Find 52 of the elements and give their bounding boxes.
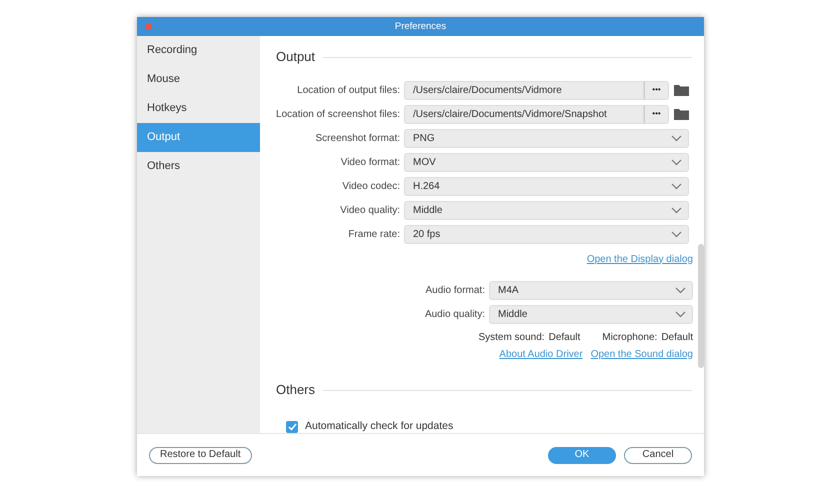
sidebar-item[interactable]: Others <box>137 152 260 181</box>
section-heading: Output <box>276 48 316 66</box>
field-label: Location of output files: <box>296 84 401 98</box>
field-label: Screenshot format: <box>314 132 401 146</box>
field-label: Video codec: <box>341 180 401 194</box>
device-value: Default <box>661 330 693 344</box>
browse-button[interactable]: ••• <box>644 80 669 100</box>
checkbox-label: Automatically check for updates <box>305 419 454 433</box>
cancel-button[interactable]: Cancel <box>624 446 692 464</box>
browse-button[interactable]: ••• <box>644 104 669 124</box>
checkbox[interactable] <box>286 421 298 433</box>
chevron-down-icon <box>675 310 686 318</box>
path-field[interactable]: /Users/claire/Documents/Vidmore/Snapshot <box>404 104 644 124</box>
dropdown[interactable]: H.264 <box>404 176 689 196</box>
dropdown-value: MOV <box>413 156 436 170</box>
field-label: Audio format: <box>426 284 486 298</box>
window-title: Preferences <box>394 21 446 32</box>
sidebar-item[interactable]: Mouse <box>137 65 260 94</box>
dropdown[interactable]: PNG <box>404 128 689 148</box>
chevron-down-icon <box>671 230 682 238</box>
dropdown-value: Middle <box>413 204 442 218</box>
section-heading: Others <box>276 381 316 400</box>
field-label: Audio quality: <box>424 308 486 322</box>
folder-icon[interactable] <box>674 108 689 120</box>
dropdown[interactable]: Middle <box>404 200 689 220</box>
sidebar-item[interactable]: Recording <box>137 36 260 65</box>
dropdown-value: PNG <box>413 132 435 146</box>
dropdown[interactable]: 20 fps <box>404 224 689 244</box>
device-label: System sound: <box>478 330 545 344</box>
folder-icon[interactable] <box>674 84 689 96</box>
restore-default-button[interactable]: Restore to Default <box>149 446 252 464</box>
chevron-down-icon <box>671 206 682 214</box>
device-label: Microphone: <box>602 330 658 344</box>
field-label: Video format: <box>340 156 401 170</box>
dropdown[interactable]: MOV <box>404 152 689 172</box>
chevron-down-icon <box>671 134 682 142</box>
field-label: Frame rate: <box>347 228 401 242</box>
chevron-down-icon <box>671 182 682 190</box>
field-label: Location of screenshot files: <box>276 108 401 122</box>
chevron-down-icon <box>675 286 686 294</box>
dropdown-value: H.264 <box>413 180 440 194</box>
sidebar-item[interactable]: Hotkeys <box>137 94 260 123</box>
field-label: Video quality: <box>339 204 401 218</box>
dropdown-value: Middle <box>498 308 528 322</box>
dropdown-value: M4A <box>498 284 519 298</box>
path-field[interactable]: /Users/claire/Documents/Vidmore <box>404 80 644 100</box>
dropdown-value: 20 fps <box>413 228 440 242</box>
chevron-down-icon <box>671 158 682 166</box>
dropdown[interactable]: Middle <box>489 304 693 324</box>
device-value: Default <box>548 330 580 344</box>
dropdown[interactable]: M4A <box>489 280 693 300</box>
scrollbar-thumb[interactable] <box>698 244 704 368</box>
